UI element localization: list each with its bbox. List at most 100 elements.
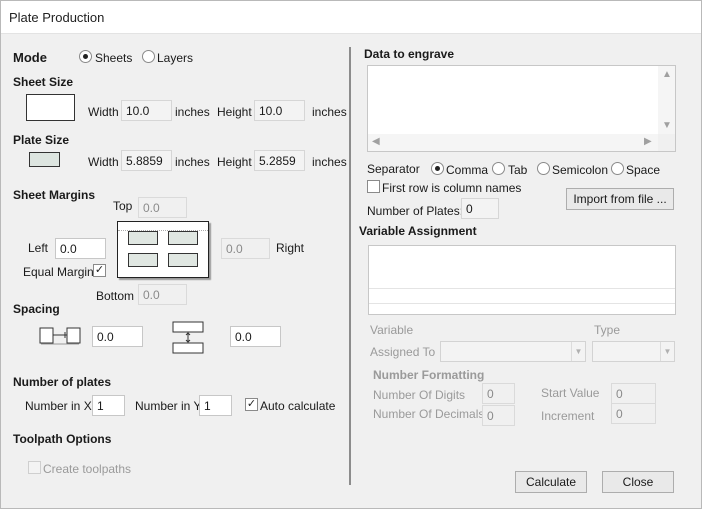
vertical-spacing-field[interactable]: 0.0 xyxy=(230,326,281,347)
separator-semicolon-label[interactable]: Semicolon xyxy=(552,163,608,177)
equal-margins-checkbox[interactable]: ✓ xyxy=(93,264,106,277)
margin-preview-plate xyxy=(128,231,158,245)
margin-top-field[interactable]: 0.0 xyxy=(138,197,187,218)
mode-layers-label[interactable]: Layers xyxy=(157,51,193,65)
scroll-left-icon[interactable]: ◀ xyxy=(372,137,380,147)
margin-preview-plate xyxy=(168,231,198,245)
plate-width-unit: inches xyxy=(175,155,210,169)
mode-layers-radio[interactable] xyxy=(142,50,155,63)
sheet-width-label: Width xyxy=(88,105,119,119)
separator-comma-label[interactable]: Comma xyxy=(446,163,488,177)
sheet-size-label: Sheet Size xyxy=(13,75,74,89)
panel-divider xyxy=(349,47,351,485)
plate-height-field[interactable]: 5.2859 xyxy=(254,150,305,171)
number-of-digits-label: Number Of Digits xyxy=(373,388,466,402)
separator-tab-radio[interactable] xyxy=(492,162,505,175)
chevron-down-icon[interactable]: ▼ xyxy=(660,342,674,361)
type-select[interactable]: ▼ xyxy=(592,341,675,362)
margin-left-label: Left xyxy=(28,241,49,255)
create-toolpaths-label[interactable]: Create toolpaths xyxy=(43,462,131,476)
number-formatting-label: Number Formatting xyxy=(373,368,485,382)
equal-margins-label[interactable]: Equal Margins xyxy=(23,265,100,279)
first-row-names-label[interactable]: First row is column names xyxy=(382,181,521,195)
auto-calculate-checkbox[interactable]: ✓ xyxy=(245,398,258,411)
title-bar: Plate Production xyxy=(1,1,701,34)
plate-size-icon xyxy=(29,152,60,167)
margin-top-label: Top xyxy=(113,199,133,213)
separator-comma-radio[interactable] xyxy=(431,162,444,175)
type-column-label: Type xyxy=(594,323,621,337)
auto-calculate-label[interactable]: Auto calculate xyxy=(260,399,335,413)
mode-label: Mode xyxy=(13,50,47,65)
plate-production-dialog: Plate Production Mode Sheets Layers Shee… xyxy=(0,0,702,509)
number-in-y-field[interactable]: 1 xyxy=(199,395,232,416)
scrollbar-corner xyxy=(658,134,675,151)
margin-left-field[interactable]: 0.0 xyxy=(55,238,106,259)
list-row-divider xyxy=(369,303,675,304)
sheet-height-field[interactable]: 10.0 xyxy=(254,100,305,121)
sheet-height-unit: inches xyxy=(312,105,347,119)
list-row-divider xyxy=(369,288,675,289)
vertical-scrollbar[interactable]: ▲ ▼ xyxy=(658,66,675,136)
data-to-engrave-label: Data to engrave xyxy=(364,47,455,61)
plate-width-label: Width xyxy=(88,155,119,169)
variable-list[interactable] xyxy=(368,245,676,315)
vertical-spacing-icon xyxy=(172,321,204,354)
number-in-x-field[interactable]: 1 xyxy=(92,395,125,416)
number-of-decimals-label: Number Of Decimals xyxy=(373,407,485,421)
margin-preview-plate xyxy=(128,253,158,267)
number-of-plates-readout-label: Number of Plates: xyxy=(367,204,464,218)
margin-bottom-field[interactable]: 0.0 xyxy=(138,284,187,305)
sheet-margins-label: Sheet Margins xyxy=(13,188,96,202)
first-row-names-checkbox[interactable] xyxy=(367,180,380,193)
engrave-data-textarea[interactable]: ▲ ▼ ◀ ▶ xyxy=(367,65,676,152)
variable-column-label: Variable xyxy=(370,323,414,337)
start-value-label: Start Value xyxy=(541,386,600,400)
horizontal-scrollbar[interactable]: ◀ ▶ xyxy=(368,134,658,151)
scroll-down-icon[interactable]: ▼ xyxy=(662,121,672,131)
plate-height-unit: inches xyxy=(312,155,347,169)
spacing-label: Spacing xyxy=(13,302,60,316)
import-from-file-button[interactable]: Import from file ... xyxy=(566,188,674,210)
plate-height-label: Height xyxy=(217,155,252,169)
sheet-width-field[interactable]: 10.0 xyxy=(121,100,172,121)
margin-guide-top xyxy=(118,230,208,231)
plate-size-label: Plate Size xyxy=(13,133,70,147)
mode-sheets-radio[interactable] xyxy=(79,50,92,63)
sheet-height-label: Height xyxy=(217,105,252,119)
variable-assignment-label: Variable Assignment xyxy=(359,224,477,238)
mode-sheets-label[interactable]: Sheets xyxy=(95,51,132,65)
separator-tab-label[interactable]: Tab xyxy=(508,163,527,177)
number-of-plates-readout[interactable]: 0 xyxy=(461,198,499,219)
separator-space-label[interactable]: Space xyxy=(626,163,660,177)
margin-bottom-label: Bottom xyxy=(96,289,135,303)
start-value-field[interactable]: 0 xyxy=(611,383,656,404)
margin-preview-plate xyxy=(168,253,198,267)
sheet-width-unit: inches xyxy=(175,105,210,119)
horizontal-spacing-field[interactable]: 0.0 xyxy=(92,326,143,347)
number-in-y-label: Number in Y xyxy=(135,399,202,413)
calculate-button[interactable]: Calculate xyxy=(515,471,587,493)
window-title: Plate Production xyxy=(9,10,105,25)
margin-preview xyxy=(117,221,209,278)
separator-space-radio[interactable] xyxy=(611,162,624,175)
number-in-x-label: Number in X xyxy=(25,399,92,413)
separator-label: Separator xyxy=(367,162,420,176)
increment-field[interactable]: 0 xyxy=(611,403,656,424)
plate-width-field[interactable]: 5.8859 xyxy=(121,150,172,171)
scroll-right-icon[interactable]: ▶ xyxy=(644,137,652,147)
margin-right-field[interactable]: 0.0 xyxy=(221,238,270,259)
scroll-up-icon[interactable]: ▲ xyxy=(662,70,672,80)
horizontal-spacing-icon xyxy=(39,327,81,345)
number-of-plates-label: Number of plates xyxy=(13,375,112,389)
toolpath-options-label: Toolpath Options xyxy=(13,432,112,446)
number-of-digits-field[interactable]: 0 xyxy=(482,383,515,404)
close-button[interactable]: Close xyxy=(602,471,674,493)
chevron-down-icon[interactable]: ▼ xyxy=(571,342,585,361)
create-toolpaths-checkbox[interactable] xyxy=(28,461,41,474)
assigned-to-select[interactable]: ▼ xyxy=(440,341,586,362)
separator-semicolon-radio[interactable] xyxy=(537,162,550,175)
sheet-size-icon xyxy=(26,94,75,121)
margin-right-label: Right xyxy=(276,241,305,255)
number-of-decimals-field[interactable]: 0 xyxy=(482,405,515,426)
